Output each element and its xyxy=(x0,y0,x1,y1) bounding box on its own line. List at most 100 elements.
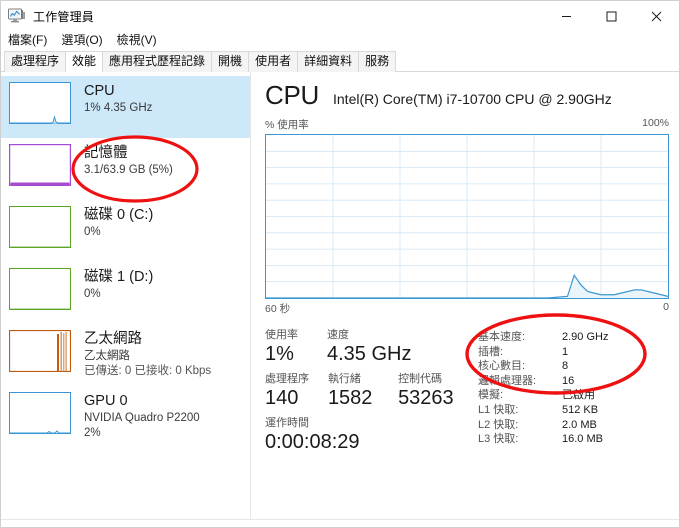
spec-virtualization: 模擬: 已啟用 xyxy=(478,388,669,403)
spec-cores-key: 核心數目: xyxy=(478,360,526,373)
spec-logical-processors: 邏輯處理器: 16 xyxy=(478,374,669,389)
cpu-stats-left: 使用率 1% 速度 4.35 GHz 處理程序 140 執行緒 1582 控制代… xyxy=(265,328,470,460)
spec-cores-value: 8 xyxy=(562,360,569,373)
tab-services[interactable]: 服務 xyxy=(358,51,397,72)
resource-sidebar[interactable]: CPU 1% 4.35 GHz 記憶體 3.1/63.9 GB (5%) 磁碟 … xyxy=(1,72,251,519)
sidebar-item-disk-1[interactable]: 磁碟 1 (D:) 0% xyxy=(1,262,250,324)
maximize-button[interactable] xyxy=(589,1,634,31)
tab-users[interactable]: 使用者 xyxy=(248,51,299,72)
stat-uptime-value: 0:00:08:29 xyxy=(265,431,360,453)
stat-row-uptime: 運作時間 0:00:08:29 xyxy=(265,416,470,454)
stat-handles-value: 53263 xyxy=(398,387,454,409)
spec-l2-cache: L2 快取: 2.0 MB xyxy=(478,418,669,433)
stat-speed: 速度 4.35 GHz xyxy=(327,328,447,366)
stat-utilization-label: 使用率 xyxy=(265,329,298,341)
cpu-utilization-graph[interactable] xyxy=(265,134,669,299)
sidebar-item-ethernet-texts: 乙太網路 乙太網路 已傳送: 0 已接收: 0 Kbps xyxy=(84,330,211,379)
graph-y-axis-max: 100% xyxy=(642,117,669,129)
spec-base-speed-value: 2.90 GHz xyxy=(562,331,609,343)
tab-strip: 處理程序 效能 應用程式歷程記錄 開機 使用者 詳細資料 服務 xyxy=(1,50,679,72)
task-manager-window: 工作管理員 檔案(F) 選項(O) 檢視(V) 處理程序 效能 應用程式歷程記錄… xyxy=(0,0,680,528)
cpu-chart-svg xyxy=(266,135,668,298)
spec-base-speed: 基本速度: 2.90 GHz xyxy=(478,330,669,345)
spec-l1-cache: L1 快取: 512 KB xyxy=(478,403,669,418)
cpu-specs-list: 基本速度: 2.90 GHz 插槽: 1 核心數目: 8 邏輯處理器: 16 模… xyxy=(470,328,669,460)
sidebar-item-cpu-sub: 1% 4.35 GHz xyxy=(84,102,153,114)
spec-l3-cache-value: 16.0 MB xyxy=(562,433,603,446)
window-title: 工作管理員 xyxy=(33,9,95,24)
task-manager-icon xyxy=(8,8,26,24)
minimize-button[interactable] xyxy=(544,1,589,31)
ethernet-thumbnail-graph xyxy=(9,330,71,372)
stat-speed-value: 4.35 GHz xyxy=(327,343,412,365)
menu-item-file[interactable]: 檔案(F) xyxy=(8,31,47,50)
tab-performance[interactable]: 效能 xyxy=(65,51,104,72)
sidebar-item-gpu-0-title: GPU 0 xyxy=(84,393,128,409)
tab-startup[interactable]: 開機 xyxy=(211,51,250,72)
tab-processes[interactable]: 處理程序 xyxy=(4,51,67,72)
stat-threads-label: 執行緒 xyxy=(327,373,361,385)
graph-time-right: 0 xyxy=(663,301,669,313)
disk-1-thumbnail-graph xyxy=(9,268,71,310)
stat-utilization: 使用率 1% xyxy=(265,328,327,366)
graph-y-axis-label: % 使用率 xyxy=(265,119,309,131)
spec-logical-processors-key: 邏輯處理器: xyxy=(478,374,537,387)
sidebar-item-disk-1-title: 磁碟 1 (D:) xyxy=(84,269,154,285)
stat-utilization-value: 1% xyxy=(265,343,294,365)
stat-processes-label: 處理程序 xyxy=(265,373,309,385)
spec-logical-processors-value: 16 xyxy=(562,374,575,387)
close-button[interactable] xyxy=(634,1,679,31)
gpu-0-thumbnail-graph xyxy=(9,392,71,434)
page-title: CPU xyxy=(265,80,319,110)
spec-sockets-key: 插槽: xyxy=(478,345,504,358)
stat-handles-label: 控制代碼 xyxy=(398,373,443,385)
sidebar-item-memory-sub: 3.1/63.9 GB (5%) xyxy=(84,164,173,176)
window-controls xyxy=(544,1,679,31)
sidebar-item-cpu-title: CPU xyxy=(84,83,115,99)
sidebar-item-disk-0-sub: 0% xyxy=(84,226,101,238)
sidebar-item-ethernet-title: 乙太網路 xyxy=(84,331,142,347)
title-bar: 工作管理員 xyxy=(1,1,679,31)
sidebar-item-cpu[interactable]: CPU 1% 4.35 GHz xyxy=(1,76,250,138)
sidebar-item-gpu-0-texts: GPU 0 NVIDIA Quadro P2200 2% xyxy=(84,392,200,441)
spec-l3-cache: L3 快取: 16.0 MB xyxy=(478,432,669,447)
cpu-header: CPU Intel(R) Core(TM) i7-10700 CPU @ 2.9… xyxy=(265,80,669,110)
sidebar-item-ethernet-sub2: 已傳送: 0 已接收: 0 Kbps xyxy=(84,365,212,377)
spec-virtualization-key: 模擬: xyxy=(478,389,504,402)
sidebar-item-disk-1-sub: 0% xyxy=(84,288,101,300)
cpu-model-name: Intel(R) Core(TM) i7-10700 CPU @ 2.90GHz xyxy=(333,91,612,107)
spec-l2-cache-key: L2 快取: xyxy=(478,418,519,431)
graph-time-left: 60 秒 xyxy=(265,303,291,315)
sidebar-item-disk-1-texts: 磁碟 1 (D:) 0% xyxy=(84,268,153,302)
menu-item-view[interactable]: 檢視(V) xyxy=(117,31,157,50)
memory-thumbnail-graph xyxy=(9,144,71,186)
sidebar-item-gpu-0-sub2: 2% xyxy=(84,427,101,439)
sidebar-item-memory[interactable]: 記憶體 3.1/63.9 GB (5%) xyxy=(1,138,250,200)
spec-sockets: 插槽: 1 xyxy=(478,345,669,360)
disk-0-thumbnail-graph xyxy=(9,206,71,248)
sidebar-item-ethernet-sub1: 乙太網路 xyxy=(84,350,130,362)
sidebar-item-disk-0-title: 磁碟 0 (C:) xyxy=(84,207,154,223)
sidebar-item-memory-title: 記憶體 xyxy=(84,145,128,161)
sidebar-item-gpu-0-sub1: NVIDIA Quadro P2200 xyxy=(84,412,200,424)
menu-item-options[interactable]: 選項(O) xyxy=(61,31,102,50)
cpu-detail-panel: CPU Intel(R) Core(TM) i7-10700 CPU @ 2.9… xyxy=(251,72,679,519)
sidebar-item-disk-0[interactable]: 磁碟 0 (C:) 0% xyxy=(1,200,250,262)
spec-virtualization-value: 已啟用 xyxy=(562,389,595,402)
stat-threads-value: 1582 xyxy=(327,387,373,409)
stat-row-usage-speed: 使用率 1% 速度 4.35 GHz xyxy=(265,328,470,366)
status-bar: 較少詳細資料(D) 開啟資源監視器 xyxy=(1,519,679,527)
tab-app-history[interactable]: 應用程式歷程記錄 xyxy=(102,51,213,72)
sidebar-item-ethernet[interactable]: 乙太網路 乙太網路 已傳送: 0 已接收: 0 Kbps xyxy=(1,324,250,386)
cpu-thumbnail-graph xyxy=(9,82,71,124)
stat-processes: 處理程序 140 xyxy=(265,372,328,410)
stat-threads: 執行緒 1582 xyxy=(328,372,398,410)
menu-bar: 檔案(F) 選項(O) 檢視(V) xyxy=(1,31,679,50)
spec-l2-cache-value: 2.0 MB xyxy=(562,418,597,431)
spec-sockets-value: 1 xyxy=(562,345,569,358)
stat-uptime-label: 運作時間 xyxy=(265,417,309,429)
sidebar-item-gpu-0[interactable]: GPU 0 NVIDIA Quadro P2200 2% xyxy=(1,386,250,448)
stat-uptime: 運作時間 0:00:08:29 xyxy=(265,416,445,454)
tab-details[interactable]: 詳細資料 xyxy=(297,51,360,72)
stat-speed-label: 速度 xyxy=(327,329,349,341)
